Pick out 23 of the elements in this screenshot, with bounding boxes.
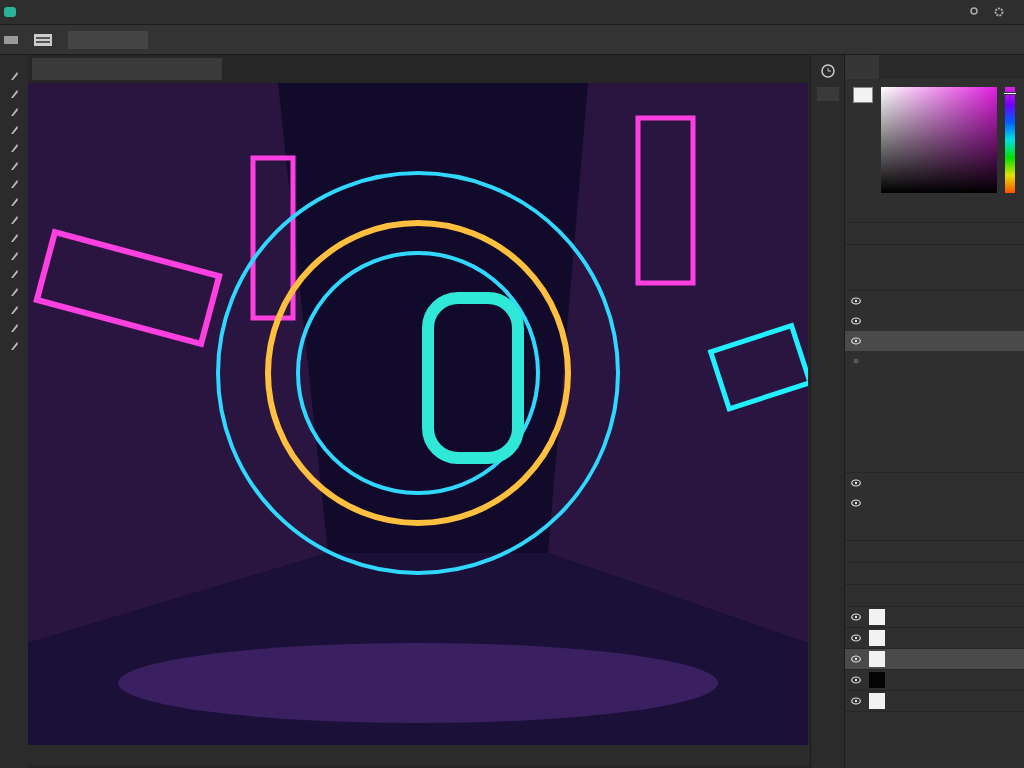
eye-icon[interactable] <box>851 337 861 345</box>
eye-icon[interactable] <box>851 297 861 305</box>
eye-icon[interactable] <box>851 613 861 621</box>
eye-icon[interactable] <box>851 499 861 507</box>
eye-icon[interactable] <box>851 317 861 325</box>
slider-thumb[interactable] <box>1003 92 1017 96</box>
eye-icon[interactable] <box>851 697 861 705</box>
eye-icon[interactable] <box>851 655 861 663</box>
layer-row[interactable] <box>845 607 1024 628</box>
eye-icon[interactable] <box>851 479 861 487</box>
eye-icon[interactable] <box>851 676 861 684</box>
gear-icon[interactable] <box>994 7 1004 17</box>
hidden-dot-icon[interactable] <box>851 357 861 365</box>
brush-preset-icon[interactable] <box>34 33 52 46</box>
settings-icon[interactable] <box>970 7 978 15</box>
layer-row[interactable] <box>845 691 1024 712</box>
history-icon[interactable] <box>819 63 836 79</box>
color-swatch[interactable] <box>853 87 873 103</box>
eye-icon[interactable] <box>851 634 861 642</box>
color-field[interactable] <box>881 87 997 193</box>
hue-slider[interactable] <box>1005 87 1015 193</box>
app-logo-icon <box>4 7 16 17</box>
layer-row[interactable] <box>845 649 1024 670</box>
